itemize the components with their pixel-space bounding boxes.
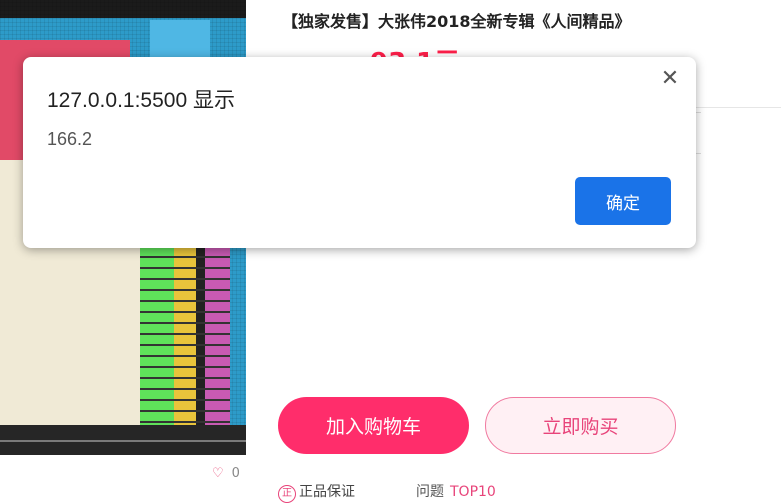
dialog-origin: 127.0.0.1:5500 显示 <box>47 89 235 112</box>
genuine-guarantee: 正正品保证 <box>278 481 355 503</box>
faq-top-link[interactable]: TOP10 <box>450 484 496 500</box>
album-art-list <box>140 245 230 425</box>
guarantee-label: 正品保证 <box>299 484 355 500</box>
add-to-cart-button[interactable]: 加入购物车 <box>278 397 469 454</box>
dialog-message: 166.2 <box>47 129 93 149</box>
faq-link[interactable]: 问题 TOP10 <box>416 481 496 501</box>
product-title: 【独家发售】大张伟2018全新专辑《人间精品》 <box>282 12 631 31</box>
close-icon[interactable]: ✕ <box>658 67 682 91</box>
buy-now-button[interactable]: 立即购买 <box>485 397 676 454</box>
ok-button[interactable]: 确定 <box>575 177 671 225</box>
genuine-badge-icon: 正 <box>278 485 296 503</box>
album-art-footer-line <box>0 440 246 442</box>
like-count: 0 <box>231 466 240 481</box>
heart-icon[interactable]: ♡ <box>212 466 224 481</box>
alert-dialog: 127.0.0.1:5500 显示 166.2 ✕ 确定 <box>23 57 696 248</box>
faq-label: 问题 <box>416 484 444 500</box>
like-row[interactable]: ♡ 0 <box>212 466 240 481</box>
